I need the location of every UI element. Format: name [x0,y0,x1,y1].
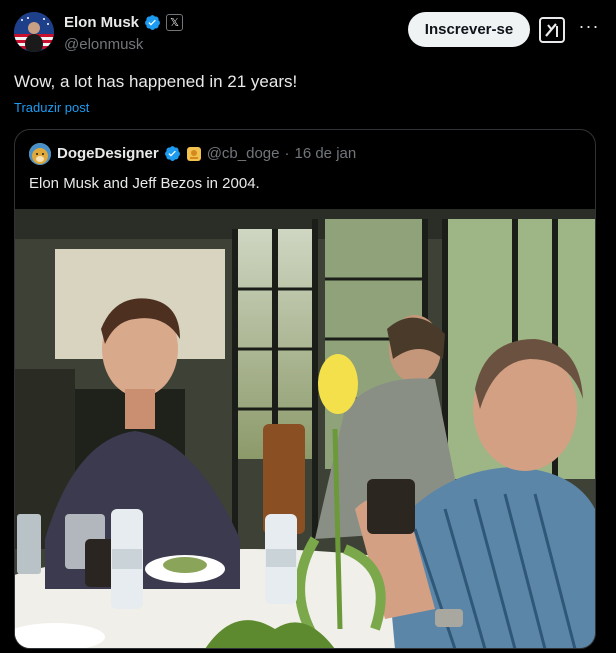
affiliate-emoji-icon [186,146,201,161]
more-icon[interactable]: ··· [575,16,603,44]
photo-illustration [15,209,595,648]
separator-dot: · [284,145,290,162]
quoted-handle[interactable]: @cb_doge [207,145,280,162]
quoted-date[interactable]: 16 de jan [294,145,356,162]
doge-avatar-icon [29,143,51,165]
subscribe-button[interactable]: Inscrever-se [408,12,530,47]
post-text: Wow, a lot has happened in 21 years! [14,72,298,91]
verified-badge-icon [164,146,180,161]
quoted-avatar[interactable] [29,143,51,165]
quoted-name[interactable]: DogeDesigner [57,145,159,162]
author-name[interactable]: Elon Musk [64,14,139,31]
author-name-row: Elon Musk 𝕏 [64,14,184,31]
quoted-post[interactable]: DogeDesigner @cb_doge · 16 de jan Elon M… [14,129,596,649]
author-handle[interactable]: @elonmusk [64,36,143,53]
quoted-header: DogeDesigner @cb_doge · 16 de jan [57,145,356,162]
grok-icon [539,17,565,43]
quoted-text: Elon Musk and Jeff Bezos in 2004. [29,175,260,192]
avatar[interactable] [14,12,54,52]
x-logo-icon: 𝕏 [166,14,184,31]
translate-link[interactable]: Traduzir post [14,100,89,115]
avatar-flag-icon [14,12,54,52]
restaurant-photo[interactable] [15,209,595,648]
post: Elon Musk 𝕏 @elonmusk Inscrever-se ··· W… [0,0,616,653]
grok-button[interactable] [538,16,566,44]
verified-badge-icon [145,15,160,30]
